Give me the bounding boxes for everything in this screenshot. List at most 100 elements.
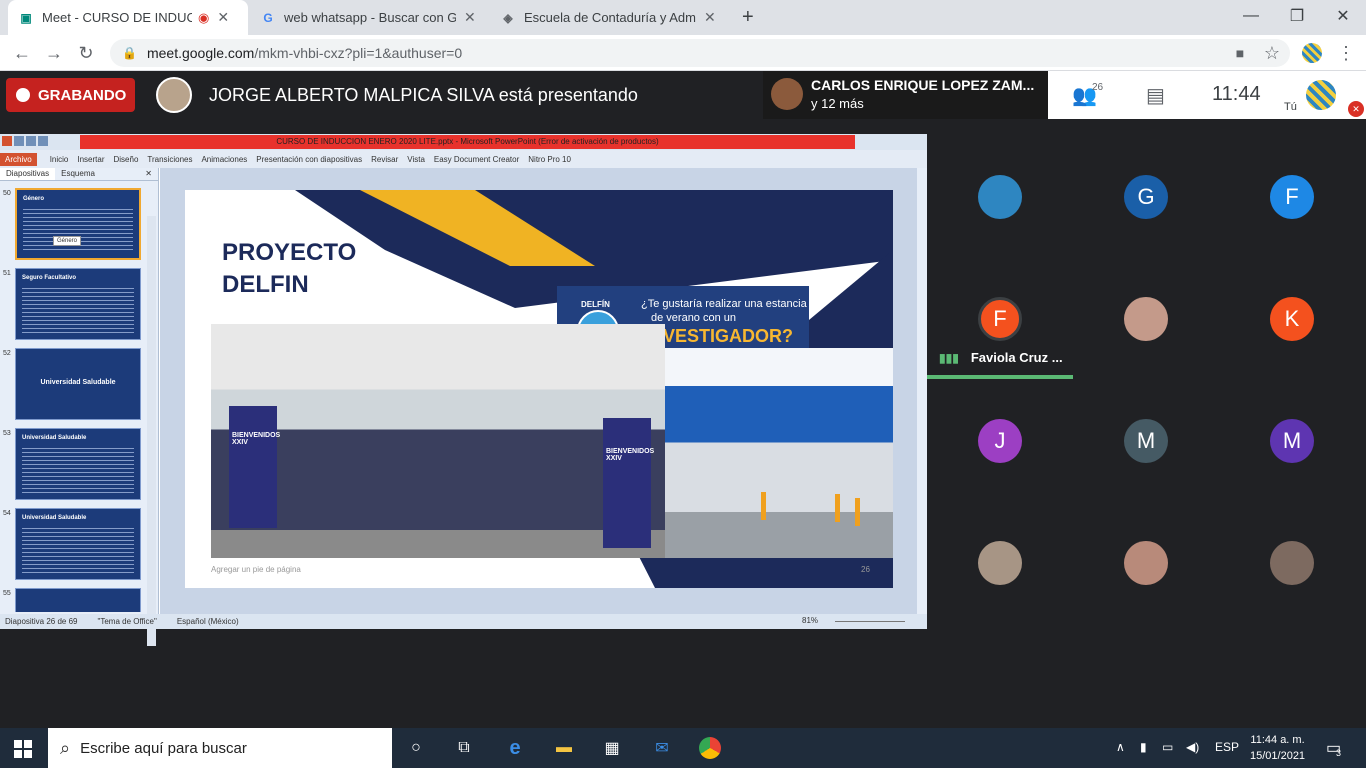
- menu-vista[interactable]: Vista: [407, 155, 425, 164]
- slide-thumbnail[interactable]: 50 Género Género: [0, 188, 148, 262]
- taskbar-search-input[interactable]: ⌕ Escribe aquí para buscar: [48, 728, 392, 768]
- menu-presentacion[interactable]: Presentación con diapositivas: [256, 155, 362, 164]
- tab-title: Escuela de Contaduría y Adminis: [524, 10, 696, 25]
- menu-revisar[interactable]: Revisar: [371, 155, 398, 164]
- self-avatar[interactable]: [1306, 80, 1336, 110]
- thumb-number: 52: [3, 350, 11, 357]
- slide-thumbnail[interactable]: 55: [0, 588, 148, 612]
- slide-thumbnail[interactable]: 52 Universidad Saludable: [0, 348, 148, 422]
- chevron-up-icon[interactable]: ∧: [1116, 740, 1125, 754]
- slide-thumbnail[interactable]: 54 Universidad Saludable: [0, 508, 148, 582]
- meet-controls: 👥 26 ▤ 11:44 Tú ✕: [1048, 71, 1366, 119]
- slide-scrollbar[interactable]: [917, 168, 927, 614]
- participant-avatar[interactable]: J: [978, 419, 1022, 463]
- participant-avatar[interactable]: M: [1270, 419, 1314, 463]
- volume-icon[interactable]: ◀): [1186, 740, 1199, 754]
- zoom-level[interactable]: 81%: [802, 616, 818, 625]
- tab-title: web whatsapp - Buscar con Goo: [284, 10, 456, 25]
- stand-text: BIENVENIDOS XXIV: [606, 448, 655, 462]
- cortana-icon[interactable]: ○: [404, 736, 428, 760]
- reload-icon[interactable]: ↻: [74, 41, 98, 65]
- more-menu-icon[interactable]: ⋮: [1334, 41, 1358, 65]
- clock-date: 15/01/2021: [1250, 750, 1306, 762]
- meet-top-bar: GRABANDO JORGE ALBERTO MALPICA SILVA est…: [0, 71, 1366, 119]
- thumb-title: Universidad Saludable: [40, 379, 116, 386]
- ppt-titlebar: CURSO DE INDUCCION ENERO 2020 LITE.pptx …: [0, 134, 927, 150]
- chrome-icon[interactable]: [698, 736, 722, 760]
- language-indicator[interactable]: ESP: [1215, 740, 1239, 754]
- participant-avatar[interactable]: [978, 175, 1022, 219]
- microphone-icon[interactable]: ▮: [1140, 740, 1147, 754]
- profile-icon[interactable]: [1300, 41, 1324, 65]
- slide-footer: Agregar un pie de página: [211, 565, 301, 574]
- active-speaker-tile[interactable]: CARLOS ENRIQUE LOPEZ ZAM... y 12 más: [763, 71, 1048, 119]
- task-view-icon[interactable]: ⧉: [452, 736, 476, 760]
- tab-esquema[interactable]: Esquema: [55, 168, 101, 180]
- ppt-window-title: CURSO DE INDUCCION ENERO 2020 LITE.pptx …: [80, 135, 855, 149]
- close-icon[interactable]: ✕: [217, 9, 229, 26]
- menu-animaciones[interactable]: Animaciones: [201, 155, 247, 164]
- tab-whatsapp-search[interactable]: G web whatsapp - Buscar con Goo ✕: [250, 0, 488, 35]
- current-slide: PROYECTO DELFIN DELFÍN ¿Te gustaría real…: [185, 190, 893, 588]
- notification-count: 3: [1336, 748, 1342, 758]
- menu-inicio[interactable]: Inicio: [50, 155, 69, 164]
- close-icon[interactable]: ✕: [464, 9, 476, 26]
- restore-icon[interactable]: ❐: [1274, 0, 1320, 32]
- menu-transiciones[interactable]: Transiciones: [147, 155, 192, 164]
- menu-easy-document[interactable]: Easy Document Creator: [434, 155, 519, 164]
- windows-start-icon[interactable]: [14, 740, 32, 758]
- close-icon[interactable]: ✕: [139, 168, 158, 180]
- menu-nitro[interactable]: Nitro Pro 10: [528, 155, 571, 164]
- participant-avatar[interactable]: [1270, 541, 1314, 585]
- edge-icon[interactable]: e: [503, 736, 527, 760]
- url-input[interactable]: 🔒 meet.google.com/mkm-vhbi-cxz?pli=1&aut…: [110, 39, 1290, 67]
- participant-avatar[interactable]: [1124, 541, 1168, 585]
- tab-diapositivas[interactable]: Diapositivas: [0, 168, 56, 180]
- language[interactable]: Español (México): [177, 617, 239, 626]
- close-icon[interactable]: ✕: [704, 9, 716, 26]
- star-icon[interactable]: ☆: [1260, 41, 1284, 65]
- new-tab-button[interactable]: +: [732, 0, 762, 35]
- tab-escuela[interactable]: ◈ Escuela de Contaduría y Adminis ✕: [490, 0, 728, 35]
- slide-thumbnail[interactable]: 53 Universidad Saludable: [0, 428, 148, 502]
- forward-icon[interactable]: →: [42, 41, 66, 65]
- record-dot-icon: [16, 88, 30, 102]
- participant-avatar[interactable]: K: [1270, 297, 1314, 341]
- participant-avatar[interactable]: F: [978, 297, 1022, 341]
- people-count: 26: [1092, 82, 1104, 93]
- mail-icon[interactable]: ✉: [650, 736, 674, 760]
- tooltip: Género: [53, 236, 82, 246]
- slide-thumbnail[interactable]: 51 Seguro Facultativo: [0, 268, 148, 342]
- participant-avatar[interactable]: M: [1124, 419, 1168, 463]
- panel-tabs: Diapositivas Esquema ✕: [0, 168, 158, 181]
- chat-icon[interactable]: ▤: [1146, 83, 1165, 108]
- menu-diseno[interactable]: Diseño: [114, 155, 139, 164]
- participant-avatar[interactable]: F: [1270, 175, 1314, 219]
- active-speaker-name: CARLOS ENRIQUE LOPEZ ZAM...: [811, 77, 1035, 93]
- search-icon: ⌕: [60, 737, 71, 758]
- taskbar-clock[interactable]: 11:44 a. m. 15/01/2021: [1250, 732, 1305, 764]
- file-explorer-icon[interactable]: ▬: [552, 736, 576, 760]
- tab-meet[interactable]: ▣ Meet - CURSO DE INDUCCIÓ ◉ ✕: [8, 0, 248, 35]
- participant-avatar[interactable]: [978, 541, 1022, 585]
- zoom-slider[interactable]: [835, 621, 905, 622]
- banner-question-line1: ¿Te gustaría realizar una estancia: [641, 298, 807, 310]
- thumb-number: 54: [3, 510, 11, 517]
- store-icon[interactable]: ▦: [600, 736, 624, 760]
- network-icon[interactable]: ▭: [1162, 740, 1173, 754]
- participant-avatar[interactable]: [1124, 297, 1168, 341]
- participant-avatar[interactable]: G: [1124, 175, 1168, 219]
- minimize-icon[interactable]: —: [1228, 0, 1274, 32]
- back-icon[interactable]: ←: [10, 41, 34, 65]
- windows-taskbar: ⌕ Escribe aquí para buscar ○ ⧉ e ▬ ▦ ✉ ∧…: [0, 728, 1366, 768]
- google-icon: G: [263, 10, 273, 25]
- stand-text: BIENVENIDOS XXIV: [232, 432, 281, 446]
- thumb-number: 50: [3, 190, 11, 197]
- thumbnail-scrollbar[interactable]: [147, 216, 156, 646]
- window-close-icon[interactable]: ✕: [1320, 0, 1366, 32]
- menu-archivo[interactable]: Archivo: [0, 152, 37, 166]
- menu-insertar[interactable]: Insertar: [77, 155, 104, 164]
- camera-icon[interactable]: ■: [1228, 41, 1252, 65]
- active-speaker-more: y 12 más: [811, 96, 864, 111]
- tab-title: Meet - CURSO DE INDUCCIÓ: [42, 10, 192, 25]
